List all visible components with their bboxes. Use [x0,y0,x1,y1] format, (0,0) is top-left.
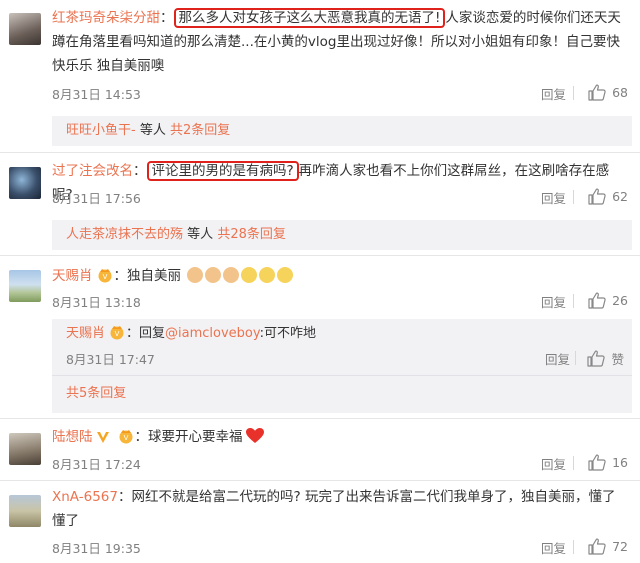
username[interactable]: XnA-6567 [52,489,118,505]
avatar[interactable] [9,13,41,45]
comment-5: XnA-6567：网红不就是给富二代玩的吗? 玩完了出来告诉富二代们我单身了，独… [0,481,640,563]
nested-replies-box: 天赐肖 V ：回复@iamcloveboy:可不咋地 8月31日 17:47 回复 … [52,319,632,413]
highlighted-text: 评论里的男的是有病吗? [146,161,299,181]
svg-text:V: V [115,330,120,338]
username[interactable]: 天赐肖 [52,268,93,284]
divider [573,294,574,308]
like-button[interactable]: 赞 [587,349,624,368]
like-count: 16 [612,455,628,470]
timestamp: 8月31日 17:24 [52,457,141,472]
thumbs-up-icon [587,350,606,367]
sub-replies-box[interactable]: 人走茶凉抹不去的殇 等人 共28条回复 [52,220,632,250]
emoji-icon [241,267,258,283]
timestamp: 8月31日 17:47 [66,352,155,367]
comment-body: ：球要开心要幸福 [134,429,243,445]
reply-button[interactable]: 回复 [541,538,566,557]
avatar[interactable] [9,270,41,302]
comment-meta: 8月31日 14:53 回复 68 [52,84,628,104]
comment-meta: 8月31日 17:56 回复 62 [52,188,628,208]
nested-meta: 8月31日 17:47 回复 赞 [66,349,624,369]
reply-button[interactable]: 回复 [541,454,566,473]
thumbs-up-icon [588,454,606,471]
comment-body: ：独自美丽 [113,268,182,284]
comment-1: 红茶玛奇朵柒分甜： 那么多人对女孩子这么大恶意我真的无语了! 人家谈恋爱的时候你们还… [0,0,640,150]
vip-crown-icon: V [117,428,135,444]
username[interactable]: 红茶玛奇朵柒分甜 [52,10,160,26]
sub-replies-summary: 旺旺小鱼干- 等人 共2条回复 [66,116,230,146]
comment-body: ：网红不就是给富二代玩的吗? 玩完了出来告诉富二代们我单身了，独自美丽，懂了懂了 [52,489,616,529]
comment-meta: 8月31日 13:18 回复 26 [52,292,628,312]
comment-4: 陆想陆 V ：球要开心要幸福 8月31日 17:24 回复 16 [0,419,640,479]
emoji-icon [223,267,240,283]
emoji-icon [205,267,222,283]
like-count: 72 [612,539,628,554]
sub-reply-middle: 等人 [139,123,166,138]
comment-text: XnA-6567：网红不就是给富二代玩的吗? 玩完了出来告诉富二代们我单身了，独… [52,485,628,533]
thumbs-up-icon [588,538,606,555]
vip-crown-icon: V [96,267,114,283]
svg-text:V: V [102,273,107,281]
mention-link[interactable]: @iamcloveboy [165,326,260,341]
avatar[interactable] [9,495,41,527]
divider [573,86,574,100]
nested-reply-body: :可不咋地 [259,326,317,341]
nested-reply-text: 天赐肖 V ：回复@iamcloveboy:可不咋地 [66,322,316,346]
timestamp: 8月31日 17:56 [52,191,141,206]
divider [573,540,574,554]
reply-button[interactable]: 回复 [541,84,566,103]
timestamp: 8月31日 19:35 [52,541,141,556]
divider [52,375,632,376]
username[interactable]: 陆想陆 [52,429,93,445]
like-label: 赞 [611,352,624,367]
avatar[interactable] [9,167,41,199]
timestamp: 8月31日 13:18 [52,295,141,310]
svg-text:V: V [123,434,128,442]
sub-reply-user[interactable]: 旺旺小鱼干- [66,123,136,138]
more-replies-link[interactable]: 共5条回复 [66,379,126,409]
comment-3: 天赐肖 V ：独自美丽 8月31日 13:18 回复 26 天赐肖 V ：回复@iamc… [0,256,640,416]
sub-reply-count[interactable]: 共2条回复 [170,123,230,138]
like-count: 26 [612,293,628,308]
divider [573,456,574,470]
like-button[interactable]: 26 [588,292,628,309]
reply-button[interactable]: 回复 [541,188,566,207]
heart-icon [245,427,265,452]
thumbs-up-icon [588,292,606,309]
reply-button[interactable]: 回复 [545,349,570,368]
like-button[interactable]: 16 [588,454,628,471]
nested-reply-word: ：回复 [126,326,166,341]
sub-replies-summary: 人走茶凉抹不去的殇 等人 共28条回复 [66,220,286,250]
like-count: 68 [612,85,628,100]
divider [575,351,576,365]
vip-crown-icon: V [108,324,126,340]
vip-badge-icon [96,428,114,444]
avatar[interactable] [9,433,41,465]
comment-2: 过了注会改名： 评论里的男的是有病吗? 再咋滴人家也看不上你们这群屌丝，在这刷啥存在… [0,153,640,253]
like-button[interactable]: 72 [588,538,628,555]
like-button[interactable]: 68 [588,84,628,101]
emoji-icon [187,267,204,283]
like-count: 62 [612,189,628,204]
thumbs-up-icon [588,188,606,205]
comment-meta: 8月31日 17:24 回复 16 [52,454,628,474]
comment-text: 陆想陆 V ：球要开心要幸福 [52,425,628,452]
comment-text: 红茶玛奇朵柒分甜： 那么多人对女孩子这么大恶意我真的无语了! 人家谈恋爱的时候你们还… [52,8,621,74]
like-button[interactable]: 62 [588,188,628,205]
highlighted-text: 那么多人对女孩子这么大恶意我真的无语了! [173,8,446,28]
sub-reply-middle: 等人 [187,227,214,242]
username[interactable]: 过了注会改名 [52,163,133,179]
sub-replies-box[interactable]: 旺旺小鱼干- 等人 共2条回复 [52,116,632,146]
reply-button[interactable]: 回复 [541,292,566,311]
divider [573,190,574,204]
timestamp: 8月31日 14:53 [52,87,141,102]
nested-username[interactable]: 天赐肖 [66,326,105,341]
emoji-icon [259,267,276,283]
comment-meta: 8月31日 19:35 回复 72 [52,538,628,558]
emoji-icon [277,267,294,283]
comment-text: 天赐肖 V ：独自美丽 [52,264,628,288]
sub-reply-user[interactable]: 人走茶凉抹不去的殇 [66,227,183,242]
thumbs-up-icon [588,84,606,101]
sub-reply-count[interactable]: 共28条回复 [217,227,286,242]
